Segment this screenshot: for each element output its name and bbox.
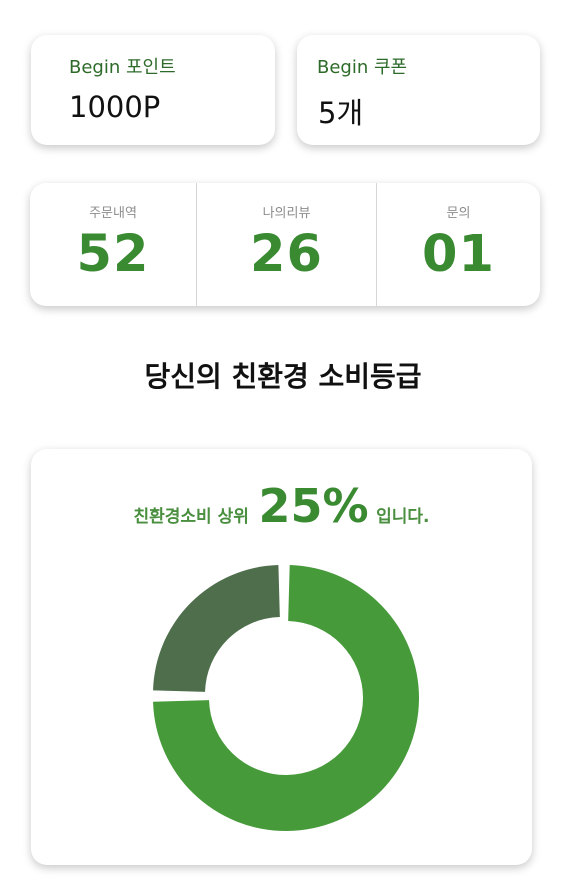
eco-grade-card: 친환경소비 상위 25% 입니다. [31,449,532,865]
stat-orders-label: 주문내역 [89,206,137,221]
activity-stats-card: 주문내역 52 나의리뷰 26 문의 01 [30,183,540,306]
coupons-value: 5개 [318,96,364,130]
points-label: Begin 포인트 [69,57,176,78]
points-value: 1000P [69,90,161,124]
coupons-label: Begin 쿠폰 [317,57,408,78]
donut-top-segment [153,565,280,692]
grade-donut-chart [153,565,419,831]
coupons-card[interactable]: Begin 쿠폰 5개 [297,35,540,145]
grade-percent: 25% [258,479,369,533]
grade-summary: 친환경소비 상위 25% 입니다. [31,479,532,533]
stat-orders-value: 52 [76,225,150,284]
section-title: 당신의 친환경 소비등급 [144,360,422,393]
grade-suffix: 입니다. [376,507,430,527]
stat-inquiry[interactable]: 문의 01 [377,183,540,306]
stat-orders[interactable]: 주문내역 52 [30,183,196,306]
grade-prefix: 친환경소비 상위 [133,507,249,527]
points-card[interactable]: Begin 포인트 1000P [31,35,275,145]
stat-reviews-label: 나의리뷰 [262,206,311,221]
stat-inquiry-value: 01 [422,225,495,284]
stat-reviews-value: 26 [250,225,323,284]
stat-inquiry-label: 문의 [446,206,471,221]
stat-reviews[interactable]: 나의리뷰 26 [197,183,376,306]
